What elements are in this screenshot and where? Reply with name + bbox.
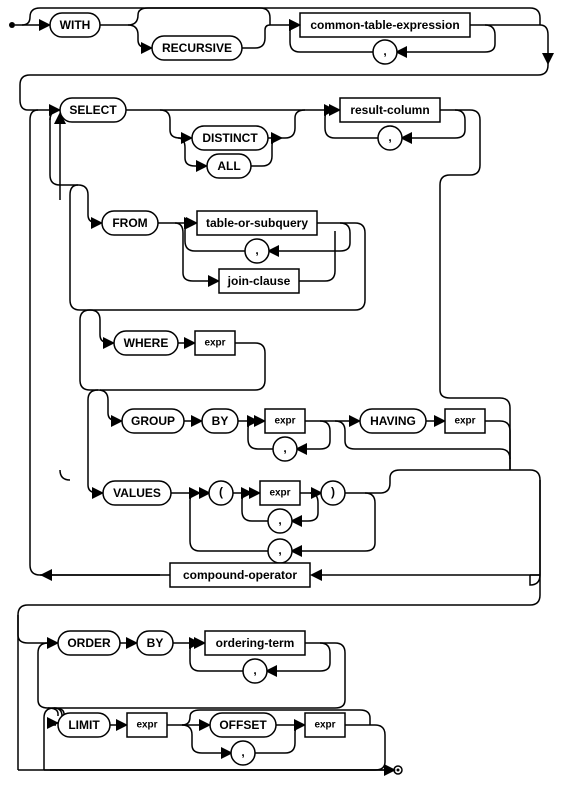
kw-recursive: RECURSIVE (162, 41, 232, 55)
kw-group: GROUP (131, 414, 175, 428)
kw-limit: LIMIT (68, 718, 100, 732)
punct-comma-vexpr: , (278, 513, 281, 527)
kw-select: SELECT (69, 103, 117, 117)
kw-distinct: DISTINCT (202, 131, 258, 145)
nt-expr-offset: expr (314, 720, 335, 731)
kw-offset: OFFSET (219, 718, 267, 732)
punct-comma-cte: , (383, 44, 386, 58)
kw-with: WITH (60, 18, 91, 32)
kw-all: ALL (217, 159, 240, 173)
punct-comma-rc: , (388, 130, 391, 144)
kw-order: ORDER (67, 636, 111, 650)
nt-expr-values: expr (269, 488, 290, 499)
nt-join-clause: join-clause (227, 274, 291, 288)
nt-expr-limit: expr (136, 720, 157, 731)
nt-ordering-term: ordering-term (216, 636, 295, 650)
kw-having: HAVING (370, 414, 416, 428)
punct-comma-limit: , (241, 745, 244, 759)
punct-rparen: ) (331, 485, 335, 499)
punct-comma-tos: , (255, 243, 258, 257)
nt-expr-group: expr (274, 416, 295, 427)
punct-comma-group: , (283, 441, 286, 455)
nt-table-or-subquery: table-or-subquery (206, 216, 308, 230)
kw-values: VALUES (113, 486, 161, 500)
nt-expr-having: expr (454, 416, 475, 427)
kw-where: WHERE (124, 336, 169, 350)
kw-by-group: BY (212, 414, 229, 428)
kw-by-order: BY (147, 636, 164, 650)
nt-compound-operator: compound-operator (183, 568, 297, 582)
punct-lparen: ( (219, 485, 223, 499)
nt-expr-where: expr (204, 338, 225, 349)
nt-cte: common-table-expression (310, 18, 459, 32)
punct-comma-vtuple: , (278, 543, 281, 557)
nt-result-column: result-column (350, 103, 429, 117)
punct-comma-order: , (253, 663, 256, 677)
syntax-diagram: WITH RECURSIVE common-table-expression ,… (0, 0, 563, 793)
kw-from: FROM (112, 216, 147, 230)
